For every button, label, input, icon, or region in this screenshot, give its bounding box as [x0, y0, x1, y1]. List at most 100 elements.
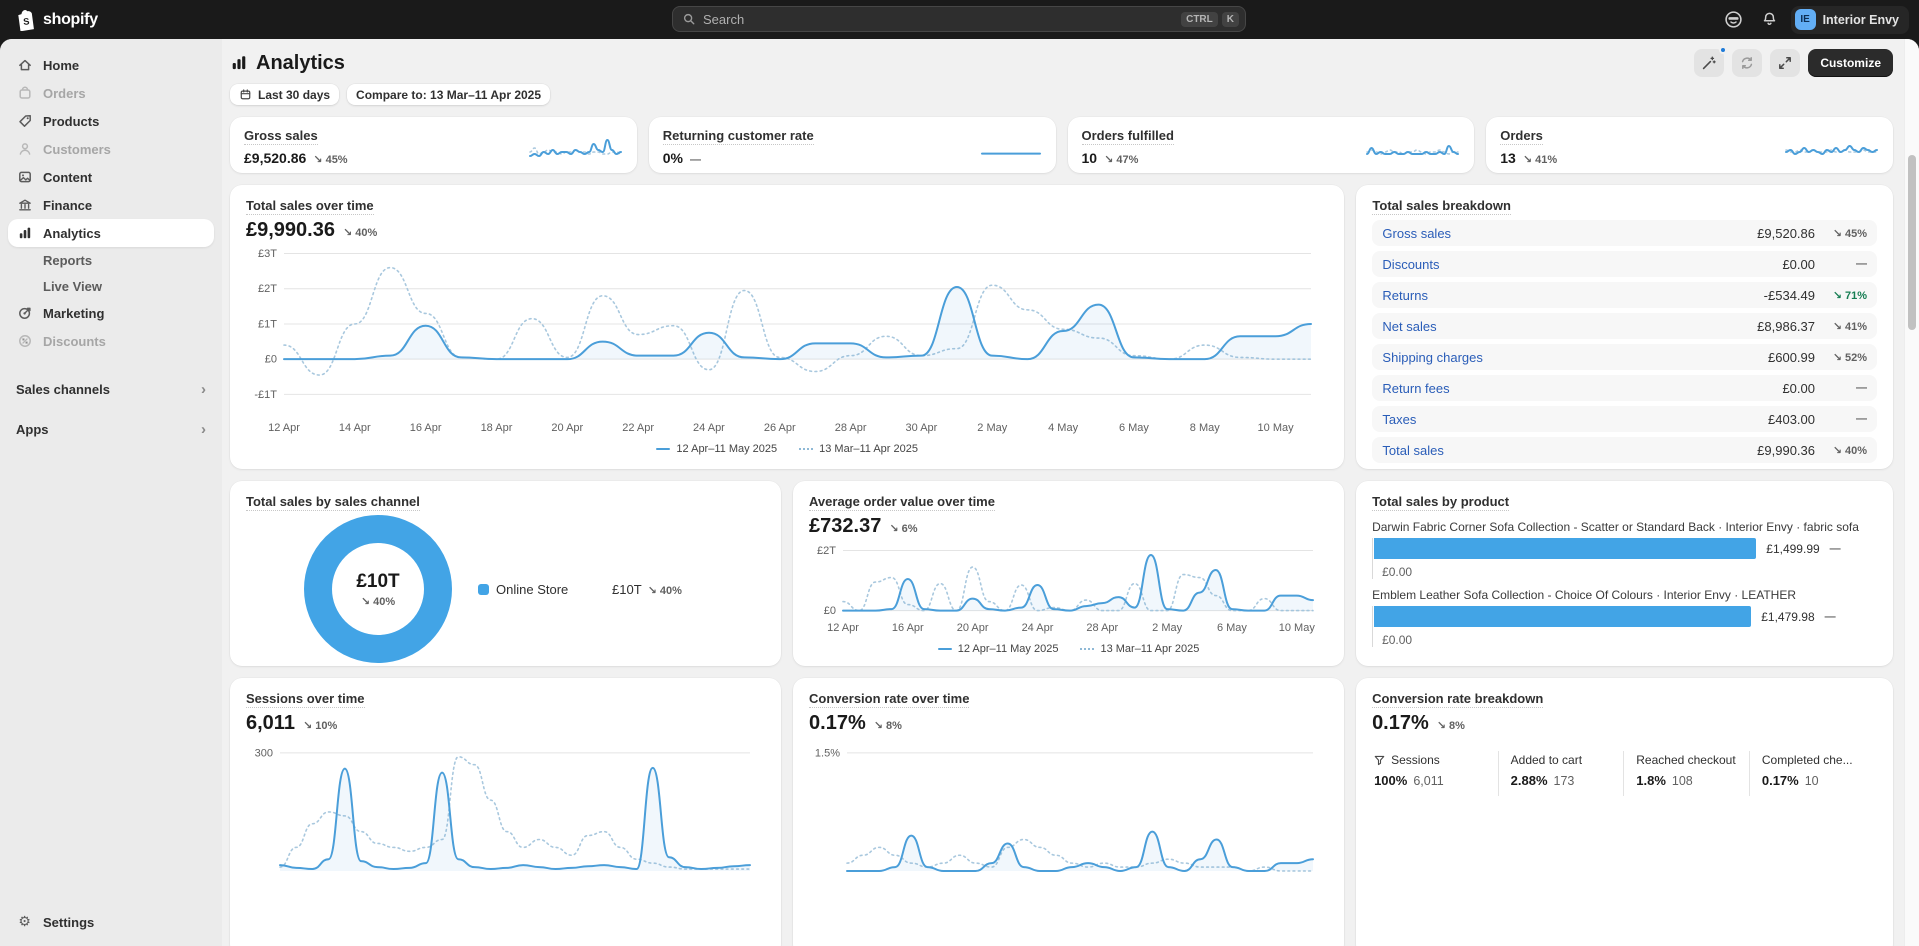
svg-text:2 May: 2 May	[1152, 622, 1182, 634]
sidebar-item-finance[interactable]: Finance	[8, 191, 214, 219]
shopify-bag-icon: S	[18, 9, 34, 31]
orders-sparkline	[1785, 144, 1878, 156]
bell-icon	[1763, 12, 1776, 25]
sidebar-item-analytics[interactable]: Analytics	[8, 219, 214, 247]
customize-button[interactable]: Customize	[1808, 49, 1893, 77]
metric-card-gross-sales: Gross sales £9,520.86 ↘ 45%	[230, 117, 637, 173]
conversion-value: 0.17%	[809, 712, 866, 734]
section-label: Sales channels	[16, 381, 110, 397]
store-account-menu[interactable]: IE Interior Envy	[1790, 5, 1909, 34]
svg-text:10 May: 10 May	[1258, 422, 1295, 434]
sidebar-item-label: Products	[43, 113, 100, 129]
sidebar-item-settings[interactable]: ⚙ Settings	[8, 908, 214, 936]
metric-change: —	[689, 154, 701, 166]
product-bar[interactable]	[1374, 606, 1752, 627]
shopify-logo[interactable]: S shopify	[17, 9, 98, 31]
fullscreen-button[interactable]	[1770, 49, 1801, 77]
metric-title-link[interactable]: Orders	[1500, 128, 1543, 145]
date-range-filter[interactable]: Last 30 days	[230, 84, 340, 105]
breakdown-row: Net sales £8,986.37 ↘ 41%	[1372, 313, 1877, 339]
funnel-step-completed-checkout: Completed che... 0.17% 10	[1748, 751, 1877, 796]
svg-text:£2T: £2T	[258, 283, 277, 295]
solid-line-swatch	[937, 648, 952, 650]
card-title-link[interactable]: Total sales by product	[1372, 494, 1510, 511]
metric-title-link[interactable]: Orders fulfilled	[1081, 128, 1174, 145]
sidebar-item-content[interactable]: Content	[8, 163, 214, 191]
funnel-change: ↘ 8%	[1436, 720, 1465, 732]
svg-text:£1T: £1T	[258, 318, 277, 330]
analytics-header: Analytics Customize	[230, 46, 1893, 77]
expand-icon	[1779, 57, 1792, 69]
svg-text:6 May: 6 May	[1217, 622, 1247, 634]
gross-sales-sparkline	[528, 138, 622, 158]
metric-change: ↘ 47%	[1104, 154, 1139, 166]
svg-text:1.5%: 1.5%	[815, 747, 840, 759]
funnel-step-added-to-cart: Added to cart 2.88% 173	[1497, 751, 1624, 796]
dotted-line-swatch	[1080, 648, 1095, 650]
svg-text:12 Apr: 12 Apr	[827, 622, 859, 634]
average-order-value-card: Average order value over time £732.37 ↘ 6…	[793, 481, 1345, 666]
sidekick-button[interactable]	[1719, 6, 1749, 34]
card-title-link[interactable]: Total sales over time	[246, 198, 374, 215]
sidebar-item-marketing[interactable]: Marketing	[8, 299, 214, 327]
conversion-chart[interactable]: 1.5%	[809, 735, 1321, 895]
shell: Home Orders Products Customers Content F…	[0, 39, 1919, 946]
search-input[interactable]: Search CTRL K	[672, 6, 1246, 32]
funnel-icon	[1374, 755, 1385, 765]
total-sales-chart[interactable]: £3T £2T £1T £0 -£1T 12 Apr 14 Apr 16 Apr 18 Apr 2…	[246, 244, 1321, 436]
card-title-link[interactable]: Conversion rate breakdown	[1372, 691, 1544, 708]
aov-value: £732.37	[809, 515, 882, 537]
svg-text:£2T: £2T	[817, 545, 836, 557]
sidebar-section-sales-channels[interactable]: Sales channels ›	[8, 375, 214, 403]
sidebar-item-products[interactable]: Products	[8, 107, 214, 135]
sidebar-item-reports[interactable]: Reports	[8, 247, 214, 273]
svg-text:2 May: 2 May	[977, 422, 1007, 434]
product-name: Darwin Fabric Corner Sofa Collection - S…	[1372, 520, 1859, 534]
metric-title-link[interactable]: Returning customer rate	[662, 128, 814, 145]
product-name: Emblem Leather Sofa Collection - Choice …	[1372, 588, 1796, 602]
svg-text:24 Apr: 24 Apr	[1022, 622, 1054, 634]
sidekick-icon	[1725, 11, 1742, 28]
refresh-button[interactable]	[1732, 49, 1763, 77]
scrollbar-thumb[interactable]	[1908, 155, 1916, 330]
sessions-chart[interactable]: 300	[246, 735, 758, 895]
metric-change: ↘ 45%	[313, 154, 348, 166]
topbar: S shopify Search CTRL K IE Interior Envy	[0, 0, 1919, 39]
orders-fulfilled-sparkline	[1366, 144, 1460, 156]
scrollbar-track[interactable]	[1904, 39, 1919, 946]
metric-value: 13	[1500, 150, 1516, 166]
svg-text:22 Apr: 22 Apr	[622, 422, 654, 434]
refresh-icon	[1742, 57, 1753, 69]
sidebar-item-label: Settings	[43, 914, 95, 930]
legend-compare-period: 13 Mar–11 Apr 2025	[1080, 643, 1199, 655]
funnel-step-reached-checkout: Reached checkout 1.8% 108	[1623, 751, 1749, 796]
sidebar-item-home[interactable]: Home	[8, 51, 214, 79]
metric-card-orders-fulfilled: Orders fulfilled 10 ↘ 47%	[1067, 117, 1475, 173]
card-title-link[interactable]: Total sales breakdown	[1372, 198, 1511, 215]
card-title-link[interactable]: Average order value over time	[809, 494, 995, 511]
card-title-link[interactable]: Conversion rate over time	[809, 691, 970, 708]
customers-icon	[16, 141, 33, 157]
card-title-link[interactable]: Sessions over time	[246, 691, 365, 708]
analytics-title-icon	[232, 56, 246, 70]
secondary-charts-row: Total sales by sales channel £10T ↘ 40% …	[230, 481, 1893, 666]
product-bar[interactable]	[1374, 538, 1757, 559]
aov-chart[interactable]: £2T £0 12 Apr 16 Apr 20 Apr 24 Apr 28 Apr 2 May…	[809, 538, 1321, 636]
metric-title-link[interactable]: Gross sales	[244, 128, 318, 145]
svg-text:300: 300	[255, 747, 273, 759]
card-title-link[interactable]: Total sales by sales channel	[246, 494, 420, 511]
page-title: Analytics	[230, 52, 345, 75]
sidebar-item-live-view[interactable]: Live View	[8, 273, 214, 299]
svg-text:4 May: 4 May	[1048, 422, 1078, 434]
notifications-button[interactable]	[1755, 6, 1785, 34]
sales-by-channel-card: Total sales by sales channel £10T ↘ 40% …	[230, 481, 782, 666]
channel-donut-chart[interactable]: £10T ↘ 40%	[304, 515, 452, 663]
ai-insights-button[interactable]	[1694, 46, 1728, 77]
returning-rate-sparkline	[980, 152, 1041, 155]
sidebar: Home Orders Products Customers Content F…	[0, 39, 222, 946]
product-change: —	[1824, 610, 1836, 623]
compare-filter[interactable]: Compare to: 13 Mar–11 Apr 2025	[347, 84, 551, 105]
sidebar-section-apps[interactable]: Apps ›	[8, 415, 214, 443]
svg-text:8 May: 8 May	[1190, 422, 1220, 434]
sidebar-item-label: Discounts	[43, 333, 106, 349]
